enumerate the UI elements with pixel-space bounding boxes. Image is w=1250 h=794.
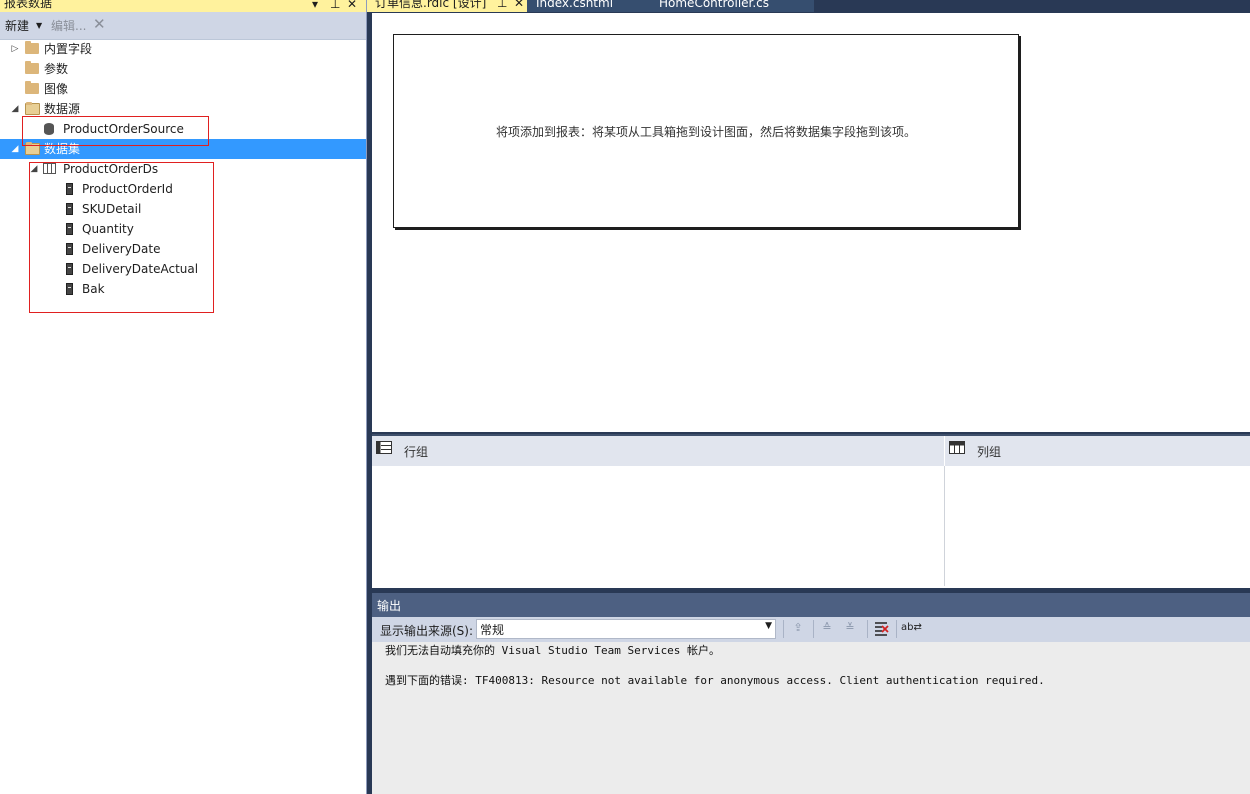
go-to-error-icon[interactable]: ⇪ bbox=[790, 620, 806, 636]
tab-label: HomeController.cs bbox=[659, 0, 770, 10]
output-source-label: 显示输出来源(S): bbox=[380, 624, 474, 638]
output-title: 输出 bbox=[377, 599, 402, 613]
new-dropdown-icon[interactable]: ▼ bbox=[36, 18, 42, 34]
tab-label: 订单信息.rdlc [设计] bbox=[375, 0, 487, 10]
column-groups-icon bbox=[949, 441, 965, 454]
tab-index-cshtml[interactable]: Index.cshtml bbox=[527, 0, 652, 12]
pin-icon[interactable]: ⊥ bbox=[497, 0, 507, 10]
folder-icon bbox=[25, 61, 39, 74]
document-tabs: 订单信息.rdlc [设计] ⊥ ✕ Index.cshtml HomeCont… bbox=[367, 0, 1250, 12]
open-folder-icon bbox=[25, 102, 40, 115]
collapse-icon[interactable]: ◢ bbox=[10, 99, 20, 119]
row-groups-label: 行组 bbox=[404, 445, 429, 459]
dropdown-icon[interactable]: ▾ bbox=[312, 0, 318, 11]
new-button[interactable]: 新建 bbox=[5, 18, 29, 34]
close-icon[interactable]: ✕ bbox=[347, 0, 357, 11]
word-wrap-icon[interactable]: ab⇄ bbox=[901, 620, 922, 636]
previous-message-icon[interactable]: ≙ bbox=[819, 620, 835, 636]
toolbar-separator bbox=[896, 620, 897, 638]
tab-report-design[interactable]: 订单信息.rdlc [设计] ⊥ ✕ bbox=[367, 0, 527, 12]
tab-home-controller[interactable]: HomeController.cs bbox=[652, 0, 814, 12]
grouping-pane: 行组 列组 bbox=[372, 434, 1250, 588]
tree-item-images[interactable]: 图像 bbox=[0, 79, 366, 99]
output-source-value: 常规 bbox=[480, 623, 505, 637]
output-source-select[interactable]: 常规 ▼ bbox=[476, 619, 776, 639]
output-line: 我们无法自动填充你的 Visual Studio Team Services 帐… bbox=[385, 644, 721, 657]
collapse-icon[interactable]: ◢ bbox=[10, 139, 20, 159]
close-tab-icon[interactable]: ✕ bbox=[514, 0, 524, 10]
output-titlebar: 输出 bbox=[372, 593, 1250, 617]
tree-item-builtin-fields[interactable]: ▷ 内置字段 bbox=[0, 39, 366, 59]
chevron-down-icon: ▼ bbox=[765, 621, 772, 631]
tree-item-label: 参数 bbox=[44, 62, 69, 76]
folder-icon bbox=[25, 81, 39, 94]
tree-item-parameters[interactable]: 参数 bbox=[0, 59, 366, 79]
designer-placeholder-text: 将项添加到报表：将某项从工具箱拖到设计图面，然后将数据集字段拖到该项。 bbox=[495, 125, 916, 139]
output-toolbar: 显示输出来源(S): 常规 ▼ ⇪ ≙ ≚ ab⇄ bbox=[372, 617, 1250, 642]
panel-title: 报表数据 bbox=[4, 0, 53, 10]
highlight-box-data-source bbox=[22, 116, 209, 146]
row-groups-header: 行组 bbox=[372, 436, 944, 466]
highlight-box-dataset bbox=[29, 162, 214, 313]
toolbar-separator bbox=[783, 620, 784, 638]
report-data-toolbar: 新建 ▼ 编辑... ✕ bbox=[0, 12, 366, 40]
tab-label: Index.cshtml bbox=[536, 0, 614, 10]
pin-icon[interactable]: ⊥ bbox=[330, 0, 340, 11]
next-message-icon[interactable]: ≚ bbox=[842, 620, 858, 636]
output-line: 遇到下面的错误: TF400813: Resource not availabl… bbox=[385, 674, 1045, 687]
delete-icon[interactable]: ✕ bbox=[93, 16, 106, 32]
expand-icon[interactable]: ▷ bbox=[10, 39, 20, 59]
row-groups-icon bbox=[376, 441, 392, 454]
report-data-titlebar: 报表数据 ▾ ⊥ ✕ bbox=[0, 0, 366, 12]
toolbar-separator bbox=[867, 620, 868, 638]
grouping-divider bbox=[944, 466, 945, 586]
column-groups-header: 列组 bbox=[945, 436, 1250, 466]
tree-item-label: 内置字段 bbox=[44, 42, 93, 56]
edit-button[interactable]: 编辑... bbox=[51, 18, 86, 34]
clear-all-icon[interactable] bbox=[873, 620, 889, 636]
toolbar-separator bbox=[813, 620, 814, 638]
tree-item-label: 图像 bbox=[44, 82, 69, 96]
column-groups-label: 列组 bbox=[977, 445, 1002, 459]
report-body[interactable]: 将项添加到报表：将某项从工具箱拖到设计图面，然后将数据集字段拖到该项。 bbox=[393, 34, 1019, 228]
folder-icon bbox=[25, 41, 39, 54]
